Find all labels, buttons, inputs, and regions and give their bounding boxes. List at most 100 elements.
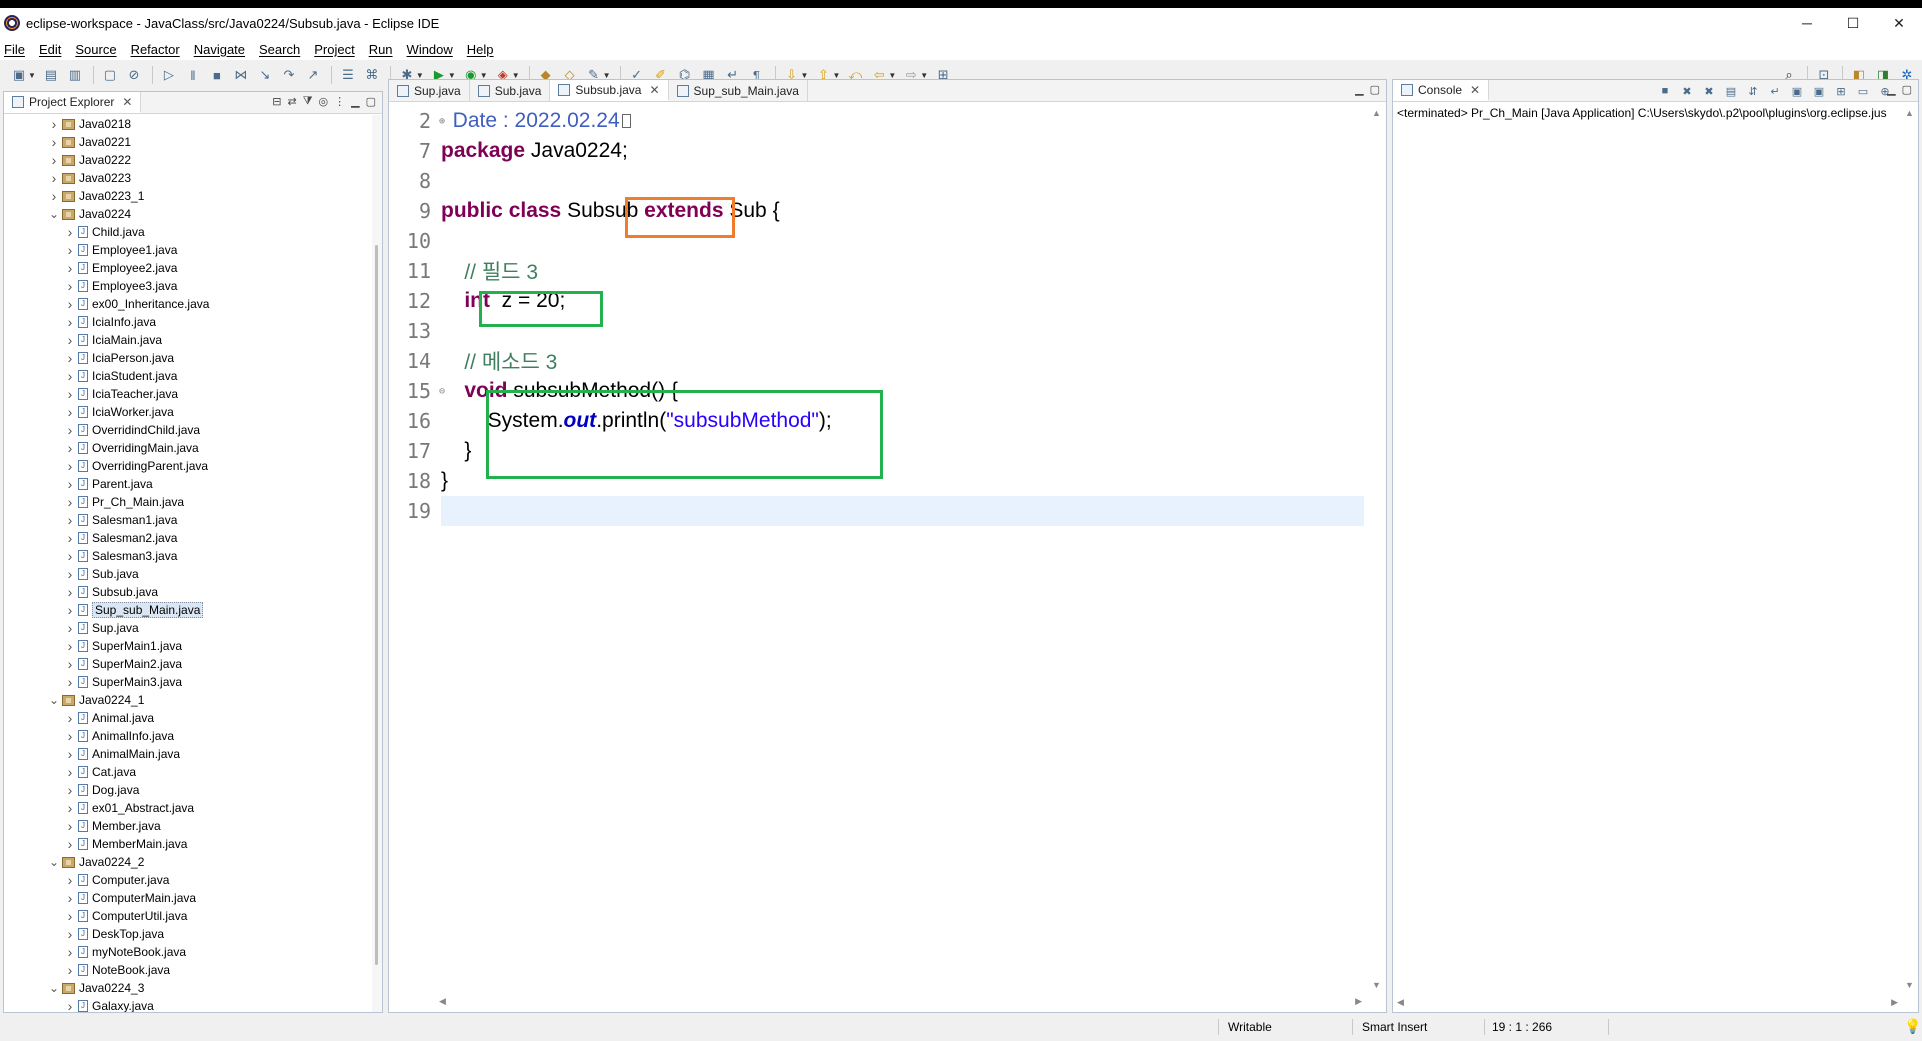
code-line-comment-field[interactable]: // 필드 3 — [441, 256, 1364, 286]
tree-file-item[interactable]: › J OverridingMain.java — [4, 439, 372, 457]
tab-sub-java[interactable]: Sub.java — [470, 80, 551, 101]
menu-edit[interactable]: Edit — [39, 42, 61, 57]
collapsed-chevron-icon[interactable]: › — [64, 260, 76, 276]
step-into-icon[interactable]: ↘ — [254, 65, 276, 85]
tree-file-item[interactable]: › J Child.java — [4, 223, 372, 241]
collapsed-chevron-icon[interactable]: › — [64, 674, 76, 690]
tree-file-item[interactable]: › J Computer.java — [4, 871, 372, 889]
collapsed-chevron-icon[interactable]: › — [64, 728, 76, 744]
menu-search[interactable]: Search — [259, 42, 300, 57]
close-window-button[interactable]: ✕ — [1876, 8, 1922, 38]
tab-sup-sub-main-java[interactable]: Sup_sub_Main.java — [669, 80, 808, 101]
collapsed-chevron-icon[interactable]: › — [64, 998, 76, 1012]
tree-file-item[interactable]: › J Sup_sub_Main.java — [4, 601, 372, 619]
tree-file-item[interactable]: › J Pr_Ch_Main.java — [4, 493, 372, 511]
filter-icon[interactable]: ⧩ — [303, 95, 313, 108]
scroll-lock-icon[interactable]: ⇵ — [1744, 83, 1762, 99]
code-line-empty[interactable] — [441, 166, 1364, 196]
scroll-left-icon[interactable]: ◀ — [439, 996, 446, 1007]
expanded-chevron-icon[interactable]: ⌄ — [48, 855, 60, 869]
collapsed-chevron-icon[interactable]: › — [64, 494, 76, 510]
collapsed-chevron-icon[interactable]: › — [64, 962, 76, 978]
maximize-button[interactable]: ☐ — [1830, 8, 1876, 38]
show-stderr-icon[interactable]: ▣ — [1810, 83, 1828, 99]
code-line-current[interactable] — [441, 496, 1364, 526]
collapsed-chevron-icon[interactable]: › — [64, 422, 76, 438]
tree-file-item[interactable]: › J SuperMain1.java — [4, 637, 372, 655]
scroll-right-icon[interactable]: ▶ — [1355, 996, 1362, 1007]
tree-file-item[interactable]: › J SuperMain3.java — [4, 673, 372, 691]
tree-file-item[interactable]: › J IciaTeacher.java — [4, 385, 372, 403]
collapsed-chevron-icon[interactable]: › — [64, 314, 76, 330]
tree-package-item[interactable]: ⌄ Java0224_3 — [4, 979, 372, 997]
collapsed-chevron-icon[interactable]: › — [64, 350, 76, 366]
tree-package-item[interactable]: › Java0222 — [4, 151, 372, 169]
tree-file-item[interactable]: › Jex01_Abstract.java — [4, 799, 372, 817]
editor-horizontal-scrollbar[interactable]: ◀ ▶ — [437, 994, 1364, 1010]
disconnect-icon[interactable]: ⋈ — [230, 65, 252, 85]
collapsed-chevron-icon[interactable]: › — [64, 782, 76, 798]
tree-package-item[interactable]: ⌄ Java0224_1 — [4, 691, 372, 709]
tree-file-item[interactable]: › J IciaWorker.java — [4, 403, 372, 421]
collapsed-chevron-icon[interactable]: › — [64, 638, 76, 654]
tree-file-item[interactable]: › J IciaMain.java — [4, 331, 372, 349]
collapsed-chevron-icon[interactable]: › — [64, 818, 76, 834]
close-icon[interactable]: ✕ — [122, 95, 132, 109]
tab-sup-java[interactable]: Sup.java — [389, 80, 470, 101]
maximize-view-icon[interactable]: ▢ — [1902, 83, 1912, 96]
tree-file-item[interactable]: › J NoteBook.java — [4, 961, 372, 979]
tree-file-item[interactable]: › J Galaxy.java — [4, 997, 372, 1012]
tree-package-item[interactable]: › Java0223 — [4, 169, 372, 187]
tree-file-item[interactable]: › J Salesman2.java — [4, 529, 372, 547]
tree-file-item[interactable]: › J Member.java — [4, 817, 372, 835]
collapsed-chevron-icon[interactable]: › — [64, 332, 76, 348]
minimize-view-icon[interactable]: ▁ — [1887, 83, 1895, 96]
remove-launch-icon[interactable]: ✖ — [1678, 83, 1696, 99]
save-icon[interactable]: ▤ — [40, 65, 62, 85]
collapsed-chevron-icon[interactable]: › — [64, 440, 76, 456]
collapsed-chevron-icon[interactable]: › — [64, 926, 76, 942]
menu-project[interactable]: Project — [314, 42, 354, 57]
scroll-up-icon[interactable]: ▲ — [1905, 108, 1914, 118]
tree-file-item[interactable]: › J AnimalMain.java — [4, 745, 372, 763]
menu-refactor[interactable]: Refactor — [131, 42, 180, 57]
resume-icon[interactable]: ▷ — [158, 65, 180, 85]
display-console-icon[interactable]: ▭ — [1854, 83, 1872, 99]
collapsed-chevron-icon[interactable]: › — [64, 836, 76, 852]
collapsed-chevron-icon[interactable]: › — [64, 566, 76, 582]
editor-vertical-scrollbar[interactable]: ▲ ▼ — [1368, 106, 1384, 992]
code-line-javadoc[interactable]: Date : 2022.02.24 — [441, 106, 1364, 136]
menu-run[interactable]: Run — [369, 42, 393, 57]
tree-package-item[interactable]: › Java0218 — [4, 115, 372, 133]
scroll-down-icon[interactable]: ▼ — [1905, 980, 1914, 990]
tree-file-item[interactable]: › J SuperMain2.java — [4, 655, 372, 673]
minimize-view-icon[interactable]: ▁ — [1355, 83, 1363, 96]
collapsed-chevron-icon[interactable]: › — [64, 764, 76, 780]
clear-console-icon[interactable]: ▤ — [1722, 83, 1740, 99]
collapsed-chevron-icon[interactable]: › — [64, 584, 76, 600]
collapsed-chevron-icon[interactable]: › — [64, 368, 76, 384]
collapsed-chevron-icon[interactable]: › — [64, 746, 76, 762]
tab-project-explorer[interactable]: Project Explorer ✕ — [4, 92, 142, 113]
collapse-all-icon[interactable]: ⊟ — [272, 95, 281, 108]
tree-file-item[interactable]: › J IciaPerson.java — [4, 349, 372, 367]
console-horizontal-scrollbar[interactable]: ◀ ▶ — [1395, 996, 1900, 1010]
collapsed-chevron-icon[interactable]: › — [64, 296, 76, 312]
expanded-chevron-icon[interactable]: ⌄ — [48, 981, 60, 995]
collapsed-chevron-icon[interactable]: › — [64, 224, 76, 240]
tree-package-item[interactable]: ⌄ Java0224 — [4, 205, 372, 223]
collapsed-chevron-icon[interactable]: › — [64, 620, 76, 636]
collapsed-chevron-icon[interactable]: › — [64, 710, 76, 726]
menu-window[interactable]: Window — [407, 42, 453, 57]
code-line-comment-method[interactable]: // 메소드 3 — [441, 346, 1364, 376]
tree-file-item[interactable]: › J AnimalInfo.java — [4, 727, 372, 745]
collapsed-chevron-icon[interactable]: › — [64, 242, 76, 258]
collapsed-chevron-icon[interactable]: › — [64, 872, 76, 888]
code-line-empty[interactable] — [441, 226, 1364, 256]
menu-navigate[interactable]: Navigate — [194, 42, 245, 57]
console-vertical-scrollbar[interactable]: ▲ ▼ — [1902, 106, 1916, 992]
type-hierarchy-icon[interactable]: ⌘ — [361, 65, 383, 85]
collapsed-chevron-icon[interactable]: › — [64, 800, 76, 816]
collapsed-chevron-icon[interactable]: › — [48, 152, 60, 168]
tree-file-item[interactable]: › J Subsub.java — [4, 583, 372, 601]
